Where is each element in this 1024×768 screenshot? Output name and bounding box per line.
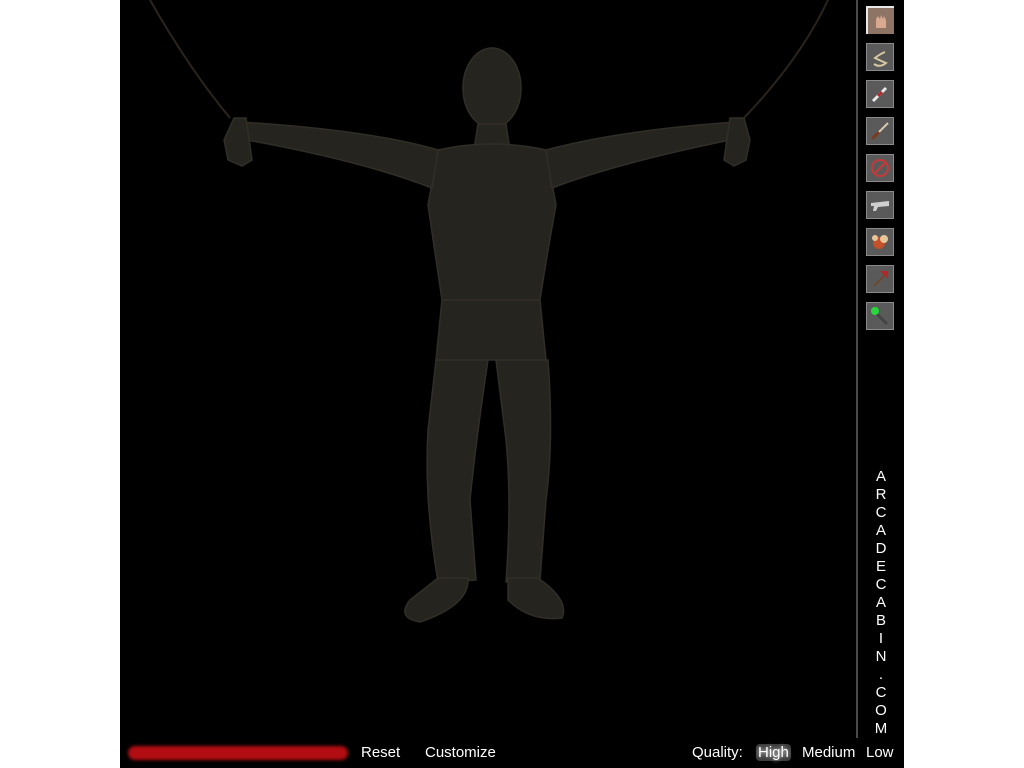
snake-icon xyxy=(873,51,888,67)
quality-medium-option[interactable]: Medium xyxy=(802,744,855,761)
health-bar xyxy=(128,746,348,760)
hand-tool-button[interactable] xyxy=(866,6,894,34)
hand-icon xyxy=(868,8,894,34)
quality-low-option[interactable]: Low xyxy=(866,744,894,761)
explosion-icon xyxy=(872,235,888,249)
brand-letter: A xyxy=(875,594,886,611)
no-symbol-icon xyxy=(871,159,889,177)
knife-tool-button[interactable] xyxy=(866,117,894,145)
brand-letter: R xyxy=(875,486,887,503)
brand-letter: O xyxy=(875,702,887,719)
figure-body xyxy=(223,47,751,623)
quality-label: Quality: xyxy=(692,744,743,761)
syringe-tool-button[interactable] xyxy=(866,80,894,108)
brand-letter: B xyxy=(875,612,886,629)
knife-icon xyxy=(870,122,889,141)
brand-letter: A xyxy=(875,522,886,539)
game-frame: A R C A D E C A B I N . C O M Reset Cust… xyxy=(120,0,904,768)
right-rope xyxy=(741,0,829,121)
gun-tool-button[interactable] xyxy=(866,191,894,219)
axe-tool-button[interactable] xyxy=(866,265,894,293)
ban-tool-button[interactable] xyxy=(866,154,894,182)
brand-letter: C xyxy=(875,684,887,701)
brand-letter: N xyxy=(875,648,887,665)
left-rope xyxy=(149,0,231,119)
brand-letter: I xyxy=(878,630,884,647)
bottom-bar: Reset Customize Quality: High Medium Low xyxy=(120,738,904,768)
snake-tool-button[interactable] xyxy=(866,43,894,71)
gun-icon xyxy=(871,201,889,211)
brand-letter: M xyxy=(874,720,888,737)
quality-high-option[interactable]: High xyxy=(756,744,791,761)
brand-letter: C xyxy=(875,504,887,521)
tool-sidebar: A R C A D E C A B I N . C O M xyxy=(860,0,904,738)
reset-button[interactable]: Reset xyxy=(361,744,400,761)
game-viewport[interactable] xyxy=(120,0,858,738)
axe-icon xyxy=(873,271,888,287)
brand-letter: A xyxy=(875,468,886,485)
customize-button[interactable]: Customize xyxy=(425,744,496,761)
brand-letter: C xyxy=(875,576,887,593)
brand-letter: E xyxy=(875,558,886,575)
arcadecabin-brand: A R C A D E C A B I N . C O M xyxy=(870,468,892,738)
explosive-tool-button[interactable] xyxy=(866,228,894,256)
brand-letter: D xyxy=(875,540,887,557)
wand-tool-button[interactable] xyxy=(866,302,894,330)
green-wand-icon xyxy=(871,307,889,326)
brand-letter: . xyxy=(878,666,884,683)
syringe-icon xyxy=(871,86,888,103)
suspended-figure[interactable] xyxy=(120,0,856,738)
